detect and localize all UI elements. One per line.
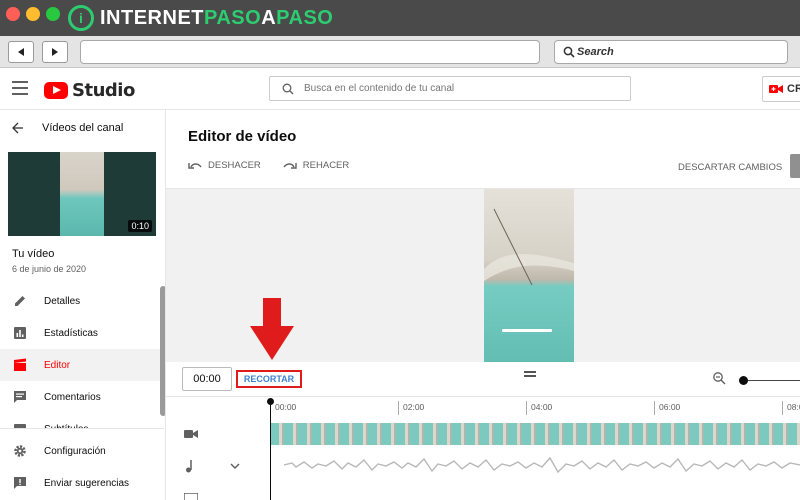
resize-handle-icon[interactable] [524,371,536,379]
video-camera-icon [184,430,198,438]
subtitles-icon [184,493,198,500]
ruler-tick: 06:00 [654,401,680,415]
clapperboard-icon [12,357,28,373]
brand-text: INTERNETPASOAPASO [100,6,334,29]
youtube-play-icon [44,82,68,99]
search-icon [282,83,294,94]
maximize-window-button[interactable] [46,7,60,21]
brand-mark-icon: i [68,5,94,31]
video-date: 6 de junio de 2020 [12,264,87,274]
close-window-button[interactable] [6,7,20,21]
comment-icon [12,389,28,405]
sidebar-item-label: Comentarios [44,391,101,403]
create-button[interactable]: CR [762,76,800,102]
editor-toolbar: DESHACER REHACER [188,160,371,171]
back-label: Vídeos del canal [42,122,124,134]
redo-label: REHACER [302,160,350,171]
sidebar-item-label: Estadísticas [44,327,98,339]
pencil-icon [12,293,28,309]
ruler-tick: 00:00 [270,401,296,415]
channel-search-box[interactable] [269,76,631,101]
timeline-ruler: 00:00 02:00 04:00 06:00 08:0 [270,397,800,419]
timeline: 00:00 02:00 04:00 06:00 08:0 [166,396,800,500]
save-button[interactable] [790,154,800,178]
hamburger-menu-icon[interactable] [12,81,28,95]
ruler-tick: 08:0 [782,401,800,415]
redo-icon [283,162,297,169]
zoom-slider-track[interactable] [742,380,800,381]
redo-button[interactable]: REHACER [283,160,349,171]
analytics-icon [12,325,28,341]
browser-search-placeholder: Search [577,46,614,58]
site-logo: i INTERNETPASOAPASO [68,4,333,32]
playhead[interactable] [267,398,274,500]
page-title: Editor de vídeo [188,128,297,145]
arrow-right-icon [52,48,58,56]
gear-icon [12,443,28,459]
trim-button[interactable]: RECORTAR [236,370,302,388]
video-frame[interactable] [484,189,574,363]
channel-search-input[interactable] [304,83,604,94]
sidebar-item-details[interactable]: Detalles [0,285,164,317]
red-annotation-arrow-icon [250,298,294,360]
sidebar-item-editor[interactable]: Editor [0,349,164,381]
sidebar-item-label: Enviar sugerencias [44,477,130,489]
music-note-icon [186,460,192,473]
back-to-videos-link[interactable]: Vídeos del canal [12,122,123,134]
sidebar-bottom-section: Configuración Enviar sugerencias [0,428,164,500]
zoom-out-icon[interactable] [712,371,726,385]
undo-label: DESHACER [208,160,261,171]
undo-icon [188,162,202,169]
video-camera-icon [769,85,783,93]
video-track-label [166,419,270,449]
undo-button[interactable]: DESHACER [188,160,261,171]
search-icon [563,46,575,58]
audio-waveform[interactable] [284,455,800,475]
subtitle-track-label [166,483,270,500]
studio-logo-text: Studio [72,80,135,101]
create-label: CR [787,83,800,95]
chevron-down-icon[interactable] [230,462,240,470]
ruler-tick: 04:00 [526,401,552,415]
sidebar-item-label: Detalles [44,295,81,307]
sidebar-item-label: Editor [44,359,71,371]
sidebar-item-label: Configuración [44,445,106,457]
video-thumbnail[interactable]: 0:10 [8,152,156,236]
minimize-window-button[interactable] [26,7,40,21]
discard-changes-button[interactable]: DESCARTAR CAMBIOS [678,162,782,173]
video-duration: 0:10 [128,220,152,232]
sidebar-item-feedback[interactable]: Enviar sugerencias [0,467,164,499]
audio-track-label [166,451,270,481]
video-frame-image [484,208,574,286]
current-time-field[interactable]: 00:00 [182,367,232,391]
video-title: Tu vídeo [12,248,55,260]
sidebar-item-settings[interactable]: Configuración [0,435,164,467]
address-bar[interactable] [80,40,540,64]
studio-logo[interactable]: Studio [44,80,135,101]
browser-navbar: Search [0,36,800,68]
window-titlebar: i INTERNETPASOAPASO [0,0,800,36]
studio-header: Studio CR [0,68,800,110]
feedback-icon [12,475,28,491]
zoom-slider-thumb[interactable] [739,376,748,385]
arrow-left-icon [18,48,24,56]
forward-button[interactable] [42,41,68,63]
back-button[interactable] [8,41,34,63]
sidebar-item-analytics[interactable]: Estadísticas [0,317,164,349]
sidebar-item-comments[interactable]: Comentarios [0,381,164,413]
sidebar: Vídeos del canal 0:10 Tu vídeo 6 de juni… [0,110,166,500]
trim-controls: 00:00 RECORTAR [166,362,800,396]
ruler-tick: 02:00 [398,401,424,415]
browser-search-input[interactable]: Search [554,40,788,64]
video-track[interactable] [270,423,800,445]
arrow-back-icon [12,122,23,134]
